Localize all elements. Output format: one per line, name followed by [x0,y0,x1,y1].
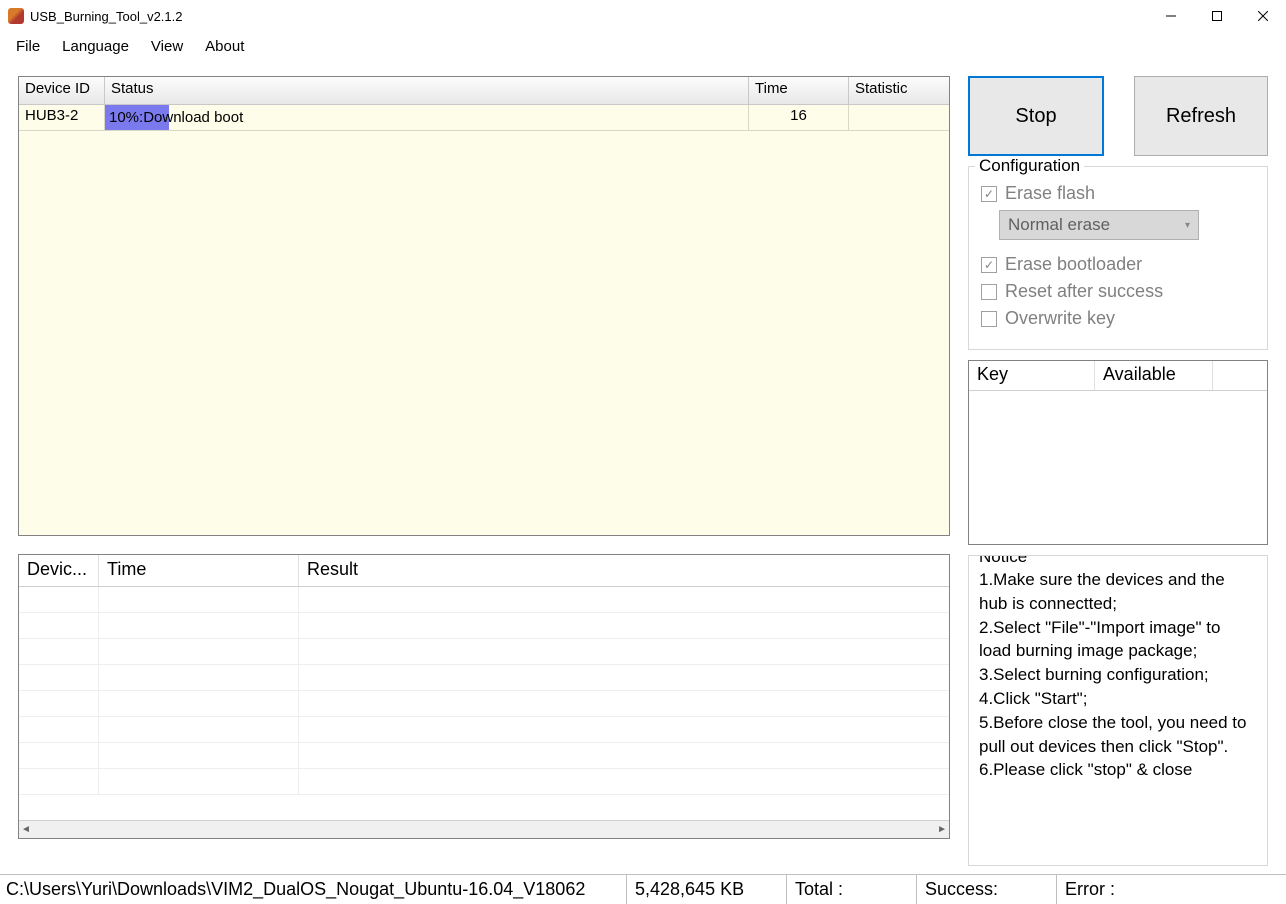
col-result-result[interactable]: Result [299,555,949,586]
configuration-group: Configuration ✓ Erase flash Normal erase… [968,166,1268,350]
erase-bootloader-checkbox: ✓ [981,257,997,273]
col-status[interactable]: Status [105,77,749,104]
device-status-cell: 10%:Download boot [105,105,749,130]
reset-after-option: Reset after success [981,281,1255,302]
notice-line: 6.Please click "stop" & close [979,758,1257,782]
status-error: Error : [1056,875,1286,904]
reset-after-checkbox [981,284,997,300]
status-total: Total : [786,875,916,904]
col-key[interactable]: Key [969,361,1095,390]
stop-button[interactable]: Stop [968,76,1104,156]
overwrite-key-option: Overwrite key [981,308,1255,329]
notice-box: Notice 1.Make sure the devices and the h… [968,555,1268,866]
erase-bootloader-label: Erase bootloader [1005,254,1142,275]
result-row [19,769,949,795]
chevron-down-icon: ▾ [1185,220,1190,231]
notice-line: 4.Click "Start"; [979,687,1257,711]
erase-flash-label: Erase flash [1005,183,1095,204]
window-title: USB_Burning_Tool_v2.1.2 [30,9,1148,24]
result-row [19,743,949,769]
menu-file[interactable]: File [6,36,50,57]
notice-line: 5.Before close the tool, you need to pul… [979,711,1257,759]
col-blank [1213,361,1267,390]
erase-mode-combo: Normal erase ▾ [999,210,1199,240]
erase-mode-value: Normal erase [1008,215,1110,235]
menu-view[interactable]: View [141,36,193,57]
progress-text: 10%:Download boot [105,109,243,126]
horizontal-scrollbar[interactable]: ◄ ► [19,820,949,838]
device-table: Device ID Status Time Statistic HUB3-2 1… [18,76,950,536]
reset-after-label: Reset after success [1005,281,1163,302]
status-path: C:\Users\Yuri\Downloads\VIM2_DualOS_Noug… [2,875,626,904]
col-available[interactable]: Available [1095,361,1213,390]
erase-bootloader-option: ✓ Erase bootloader [981,254,1255,275]
result-table-header: Devic... Time Result [19,555,949,587]
configuration-title: Configuration [975,156,1084,176]
notice-title: Notice [975,555,1031,569]
device-row[interactable]: HUB3-2 10%:Download boot 16 [19,105,949,131]
erase-flash-checkbox: ✓ [981,186,997,202]
notice-line: 2.Select "File"-"Import image" to load b… [979,616,1257,664]
overwrite-key-checkbox [981,311,997,327]
result-row [19,691,949,717]
key-table: Key Available [968,360,1268,545]
result-row [19,613,949,639]
maximize-button[interactable] [1194,0,1240,32]
menu-language[interactable]: Language [52,36,139,57]
titlebar: USB_Burning_Tool_v2.1.2 [0,0,1286,32]
col-result-time[interactable]: Time [99,555,299,586]
col-result-device[interactable]: Devic... [19,555,99,586]
device-id-cell: HUB3-2 [19,105,105,130]
device-stat-cell [849,105,949,130]
status-size: 5,428,645 KB [626,875,786,904]
minimize-button[interactable] [1148,0,1194,32]
result-row [19,639,949,665]
refresh-button[interactable]: Refresh [1134,76,1268,156]
menu-about[interactable]: About [195,36,254,57]
device-table-header: Device ID Status Time Statistic [19,77,949,105]
status-success: Success: [916,875,1056,904]
notice-line: 1.Make sure the devices and the hub is c… [979,568,1257,616]
col-statistic[interactable]: Statistic [849,77,949,104]
result-row [19,587,949,613]
scroll-left-icon[interactable]: ◄ [21,824,31,835]
erase-flash-option: ✓ Erase flash [981,183,1255,204]
col-time[interactable]: Time [749,77,849,104]
app-icon [8,8,24,24]
device-time-cell: 16 [749,105,849,130]
result-row [19,717,949,743]
menubar: File Language View About [0,32,1286,60]
result-table: Devic... Time Result ◄ ► [18,554,950,839]
col-device-id[interactable]: Device ID [19,77,105,104]
key-table-header: Key Available [969,361,1267,391]
result-row [19,665,949,691]
close-button[interactable] [1240,0,1286,32]
overwrite-key-label: Overwrite key [1005,308,1115,329]
notice-line: 3.Select burning configuration; [979,663,1257,687]
statusbar: C:\Users\Yuri\Downloads\VIM2_DualOS_Noug… [0,874,1286,904]
scroll-right-icon[interactable]: ► [937,824,947,835]
